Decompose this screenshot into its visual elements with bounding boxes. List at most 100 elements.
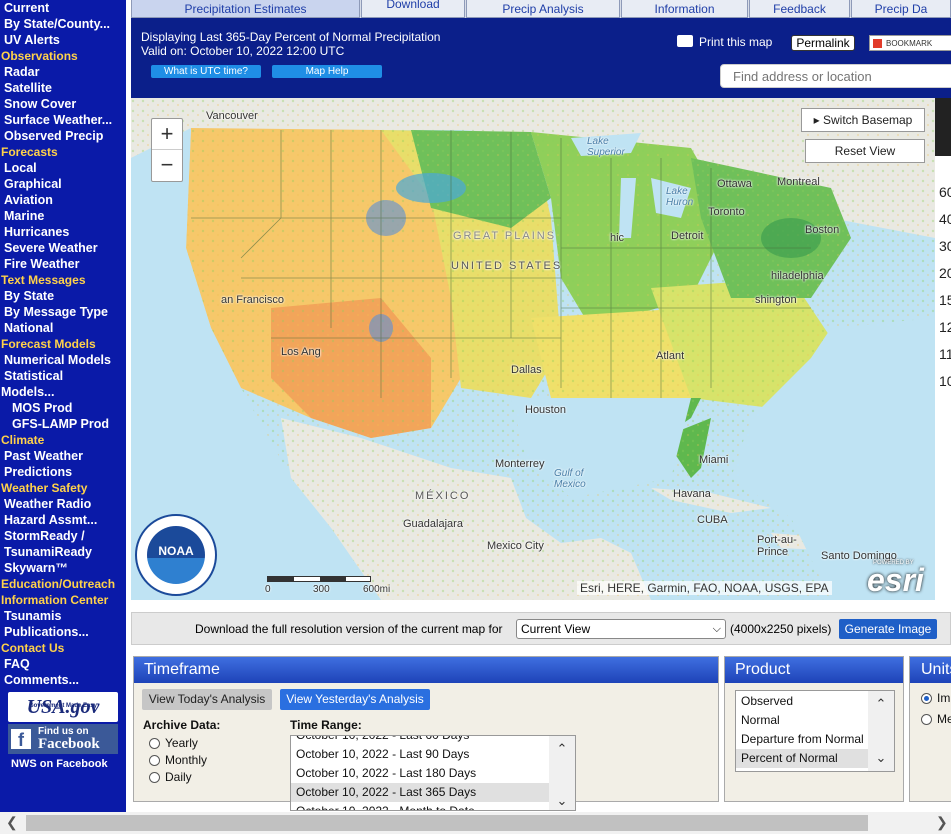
scrollbar-thumb[interactable] <box>26 815 868 831</box>
sidebar-item-stormready[interactable]: StormReady / <box>0 528 126 544</box>
tab-download[interactable]: Download <box>361 0 465 18</box>
sidebar-item-hurricanes[interactable]: Hurricanes <box>0 224 126 240</box>
archive-yearly-radio[interactable]: Yearly <box>149 736 198 750</box>
sidebar-item-weather-radio[interactable]: Weather Radio <box>0 496 126 512</box>
sidebar-item-aviation[interactable]: Aviation <box>0 192 126 208</box>
chevron-right-icon[interactable]: ❯ <box>936 814 948 831</box>
scroll-down-icon[interactable]: ⌄ <box>549 792 575 810</box>
sidebar-item-graphical[interactable]: Graphical <box>0 176 126 192</box>
sidebar-item-fire-weather[interactable]: Fire Weather <box>0 256 126 272</box>
tab-precip-data[interactable]: Precip Da <box>851 0 951 18</box>
view-select-value: Current View <box>521 622 591 636</box>
chevron-down-icon: ⌵ <box>712 623 721 635</box>
sidebar-item-severe-weather[interactable]: Severe Weather <box>0 240 126 256</box>
sidebar-item-contact-us[interactable]: Contact Us <box>0 640 126 656</box>
scroll-up-icon[interactable]: ⌃ <box>868 695 894 713</box>
map-help-button[interactable]: Map Help <box>272 65 382 78</box>
sidebar-item-text-messages[interactable]: Text Messages <box>0 272 126 288</box>
list-item[interactable]: October 10, 2022 - Last 60 Days <box>291 736 575 745</box>
archive-monthly-radio[interactable]: Monthly <box>149 753 207 767</box>
label-los-angeles: Los Ang <box>281 346 321 358</box>
tab-feedback[interactable]: Feedback <box>749 0 850 18</box>
view-yesterday-button[interactable]: View Yesterday's Analysis <box>280 689 430 710</box>
sidebar-item-satellite[interactable]: Satellite <box>0 80 126 96</box>
sidebar-item-gfs-lamp-prod[interactable]: GFS-LAMP Prod <box>0 416 126 432</box>
sidebar-item-education-outreach[interactable]: Education/Outreach <box>0 576 126 592</box>
list-item[interactable]: October 10, 2022 - Month to Date <box>291 802 575 810</box>
tab-information[interactable]: Information <box>621 0 748 18</box>
sidebar-item-numerical-models[interactable]: Numerical Models <box>0 352 126 368</box>
sidebar-item-radar[interactable]: Radar <box>0 64 126 80</box>
horizontal-scrollbar[interactable]: ❮ ❯ <box>0 812 951 834</box>
tab-precipitation-estimates[interactable]: Precipitation Estimates <box>131 0 360 18</box>
range-scrollbar[interactable]: ⌃ ⌄ <box>549 736 575 810</box>
sidebar-item-by-state-county[interactable]: By State/County... <box>0 16 126 32</box>
list-item[interactable]: October 10, 2022 - Last 90 Days <box>291 745 575 764</box>
sidebar-item-climate[interactable]: Climate <box>0 432 126 448</box>
scroll-up-icon[interactable]: ⌃ <box>549 740 575 758</box>
label-chicago: hic <box>610 232 625 244</box>
sidebar-item-marine[interactable]: Marine <box>0 208 126 224</box>
chevron-left-icon[interactable]: ❮ <box>6 814 18 831</box>
sidebar-item-comments[interactable]: Comments... <box>0 672 126 688</box>
product-list[interactable]: Observed Normal Departure from Normal Pe… <box>735 690 895 772</box>
search-input[interactable] <box>720 64 951 88</box>
sidebar-item-by-message-type[interactable]: By Message Type <box>0 304 126 320</box>
sidebar-item-tsunamis[interactable]: Tsunamis <box>0 608 126 624</box>
sidebar-item-current[interactable]: Current <box>0 0 126 16</box>
list-item[interactable]: October 10, 2022 - Last 180 Days <box>291 764 575 783</box>
facebook-badge[interactable]: f Find us on Facebook <box>8 724 118 754</box>
print-map-button[interactable]: Print this map <box>677 35 772 49</box>
archive-daily-radio[interactable]: Daily <box>149 770 192 784</box>
bookmark-button[interactable]: BOOKMARK <box>869 35 951 51</box>
zoom-out-button[interactable]: − <box>152 150 182 181</box>
sidebar-item-information-center[interactable]: Information Center <box>0 592 126 608</box>
facebook-big-text: Facebook <box>38 736 100 752</box>
sidebar-item-mos-prod[interactable]: MOS Prod <box>0 400 126 416</box>
sidebar-item-observed-precip[interactable]: Observed Precip <box>0 128 126 144</box>
product-scrollbar[interactable]: ⌃ ⌄ <box>868 691 894 771</box>
switch-basemap-button[interactable]: ▸ Switch Basemap <box>801 108 925 132</box>
sidebar-item-national[interactable]: National <box>0 320 126 336</box>
precip-map[interactable]: Vancouver Ottawa Montreal Toronto Boston… <box>131 98 935 600</box>
sidebar-item-by-state[interactable]: By State <box>0 288 126 304</box>
sidebar-item-surface-weather[interactable]: Surface Weather... <box>0 112 126 128</box>
sidebar-item-skywarn[interactable]: Skywarn™ <box>0 560 126 576</box>
sidebar-item-snow-cover[interactable]: Snow Cover <box>0 96 126 112</box>
permalink-button[interactable]: Permalink <box>791 35 855 51</box>
sidebar-item-predictions[interactable]: Predictions <box>0 464 126 480</box>
units-metric-radio[interactable]: Me <box>921 712 951 726</box>
sidebar-item-faq[interactable]: FAQ <box>0 656 126 672</box>
range-label: Time Range: <box>290 718 362 732</box>
sidebar-item-statistical[interactable]: Statistical <box>0 368 126 384</box>
sidebar-item-forecast-models[interactable]: Forecast Models <box>0 336 126 352</box>
utc-help-button[interactable]: What is UTC time? <box>151 65 261 78</box>
sidebar-item-models[interactable]: Models... <box>0 384 126 400</box>
sidebar-item-uv-alerts[interactable]: UV Alerts <box>0 32 126 48</box>
map-canvas[interactable] <box>131 98 935 600</box>
units-imperial-radio[interactable]: Im <box>921 691 950 705</box>
scroll-down-icon[interactable]: ⌄ <box>868 749 894 767</box>
sidebar-item-local[interactable]: Local <box>0 160 126 176</box>
sidebar-item-hazard-assmt[interactable]: Hazard Assmt... <box>0 512 126 528</box>
sidebar-item-tsunamiready[interactable]: TsunamiReady <box>0 544 126 560</box>
zoom-in-button[interactable]: + <box>152 119 182 150</box>
usa-gov-badge[interactable]: USA.gov Government Made Easy <box>8 692 118 722</box>
list-item-selected[interactable]: October 10, 2022 - Last 365 Days <box>291 783 575 802</box>
view-today-button[interactable]: View Today's Analysis <box>142 689 272 710</box>
sidebar-item-past-weather[interactable]: Past Weather <box>0 448 126 464</box>
esri-logo[interactable]: esri <box>867 562 924 599</box>
tab-precip-analysis[interactable]: Precip Analysis <box>466 0 620 18</box>
generate-image-button[interactable]: Generate Image <box>839 619 937 639</box>
usa-gov-logo[interactable]: USA.gov Government Made Easy <box>8 692 118 722</box>
view-select[interactable]: Current View ⌵ <box>516 619 726 639</box>
time-range-list[interactable]: October 10, 2022 - Last 60 Days October … <box>290 735 576 811</box>
reset-view-button[interactable]: Reset View <box>805 139 925 163</box>
nws-facebook-link[interactable]: NWS on Facebook <box>0 756 126 772</box>
radio-icon <box>921 693 932 704</box>
facebook-logo[interactable]: f Find us on Facebook <box>8 724 118 754</box>
sidebar-item-weather-safety[interactable]: Weather Safety <box>0 480 126 496</box>
sidebar-item-publications[interactable]: Publications... <box>0 624 126 640</box>
sidebar-item-observations[interactable]: Observations <box>0 48 126 64</box>
sidebar-item-forecasts[interactable]: Forecasts <box>0 144 126 160</box>
